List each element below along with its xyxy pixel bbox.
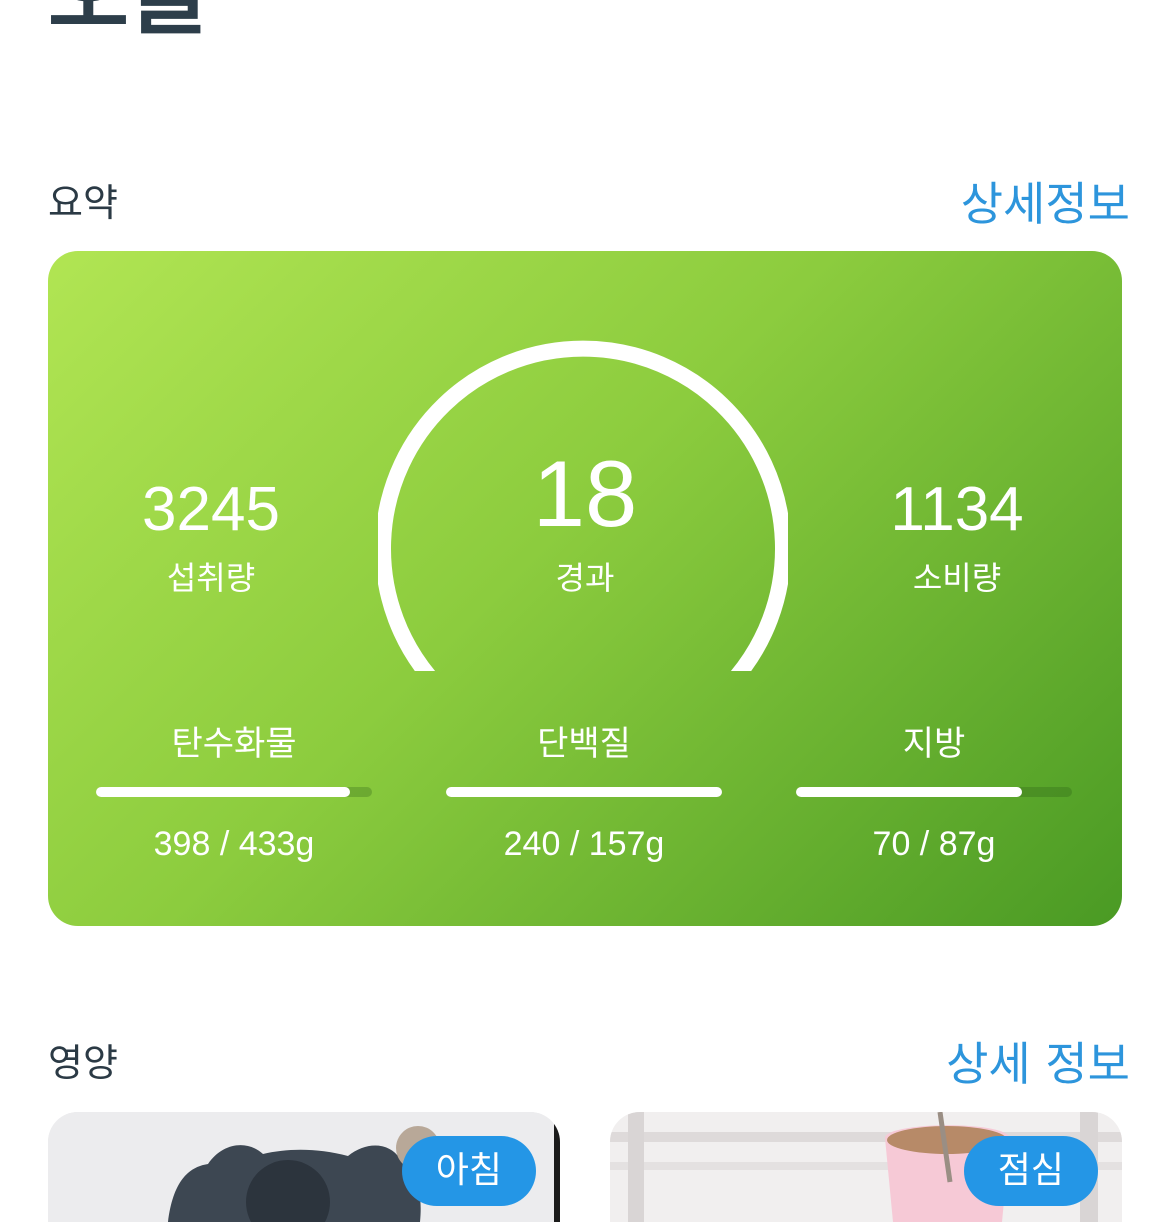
burned-label: 소비량	[912, 559, 1002, 597]
meal-card-lunch[interactable]: 점심	[610, 1112, 1122, 1222]
page-title: 오늘	[48, 0, 210, 40]
intake-label: 섭취량	[166, 559, 256, 597]
macro-protein-progress	[446, 787, 722, 797]
intake-value: 3245	[142, 475, 280, 544]
nutrition-detail-link[interactable]: 상세 정보	[946, 1028, 1130, 1094]
macro-protein-progress-fill	[446, 787, 722, 797]
burned-value: 1134	[890, 475, 1024, 544]
macro-fat-progress-fill	[796, 787, 1023, 797]
meal-card-breakfast[interactable]: 아침	[48, 1112, 560, 1222]
macro-protein-label: 단백질	[537, 724, 631, 764]
macro-protein-value: 240 / 157g	[503, 825, 665, 863]
elapsed-value: 18	[532, 441, 638, 546]
macro-fat: 지방 70 / 87g	[796, 721, 1072, 864]
macro-fat-value: 70 / 87g	[872, 825, 996, 863]
macro-carbs: 탄수화물 398 / 433g	[96, 721, 372, 864]
meal-badge-breakfast: 아침	[401, 1136, 536, 1206]
macro-carbs-progress-fill	[96, 787, 350, 797]
macro-protein: 단백질 240 / 157g	[446, 721, 722, 864]
meal-badge-lunch: 점심	[963, 1136, 1098, 1206]
macro-fat-label: 지방	[902, 724, 966, 764]
macro-carbs-value: 398 / 433g	[153, 825, 315, 863]
summary-section-label: 요약	[48, 181, 118, 225]
summary-card[interactable]: 3245 섭취량 18 경과 1134 소비량 탄수화물 398 / 433g …	[48, 251, 1122, 926]
macro-fat-progress	[796, 787, 1072, 797]
nutrition-section-label: 영양	[48, 1041, 118, 1085]
elapsed-label: 경과	[555, 559, 615, 597]
summary-detail-link[interactable]: 상세정보	[961, 168, 1130, 234]
macro-carbs-progress	[96, 787, 372, 797]
macro-carbs-label: 탄수화물	[171, 724, 297, 764]
